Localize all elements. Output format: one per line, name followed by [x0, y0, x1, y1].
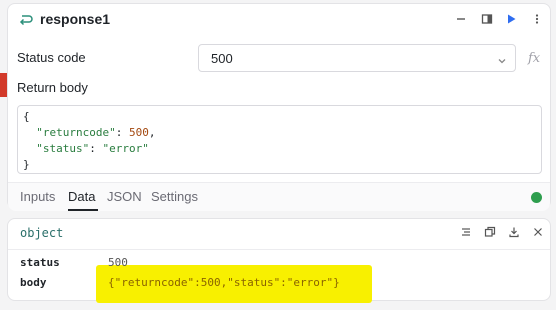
close-button[interactable]	[530, 226, 546, 242]
list-view-button[interactable]	[458, 226, 474, 242]
output-panel: object status 500 body {"returncode":500…	[7, 218, 551, 303]
download-button[interactable]	[506, 226, 522, 242]
expression-toggle[interactable]: fx	[528, 51, 540, 66]
code-line: "returncode": 500,	[36, 126, 156, 139]
chevron-down-icon	[497, 53, 507, 71]
divider	[8, 249, 550, 250]
status-code-label: Status code	[17, 50, 86, 65]
minimize-button[interactable]	[452, 10, 470, 28]
list-icon	[460, 225, 472, 243]
tab-data[interactable]: Data	[68, 189, 95, 204]
download-icon	[508, 225, 520, 243]
split-view-icon	[481, 13, 493, 25]
copy-button[interactable]	[482, 226, 498, 242]
run-icon	[505, 13, 517, 25]
tab-inputs[interactable]: Inputs	[20, 189, 55, 204]
status-code-value: 500	[211, 51, 233, 66]
node-header: response1	[8, 4, 550, 36]
run-button[interactable]	[502, 10, 520, 28]
copy-icon	[484, 225, 496, 243]
return-arrow-icon	[18, 12, 34, 28]
code-line: }	[23, 158, 30, 171]
output-type-label: object	[20, 226, 64, 240]
tab-settings[interactable]: Settings	[151, 189, 198, 204]
output-value-body: {"returncode":500,"status":"error"}	[108, 276, 340, 289]
tab-bar: Inputs Data JSON Settings	[8, 182, 550, 211]
output-value-status: 500	[108, 256, 128, 269]
close-icon	[532, 225, 544, 243]
success-status-icon	[531, 192, 542, 203]
return-body-label: Return body	[17, 80, 88, 95]
more-icon	[531, 13, 543, 25]
response-node-panel: response1 Status code 500 fx Return body…	[7, 3, 551, 211]
return-body-editor[interactable]: { "returncode": 500, "status": "error"}	[17, 105, 542, 174]
minus-icon	[455, 13, 467, 25]
active-tab-indicator	[68, 209, 98, 211]
output-key-status: status	[20, 256, 60, 269]
tab-json[interactable]: JSON	[107, 189, 142, 204]
status-code-select[interactable]: 500	[198, 44, 516, 72]
output-key-body: body	[20, 276, 47, 289]
code-line: {	[23, 110, 30, 123]
error-marker	[0, 73, 7, 97]
split-view-button[interactable]	[478, 10, 496, 28]
code-line: "status": "error"	[36, 142, 149, 155]
more-button[interactable]	[528, 10, 546, 28]
node-title[interactable]: response1	[40, 11, 110, 27]
